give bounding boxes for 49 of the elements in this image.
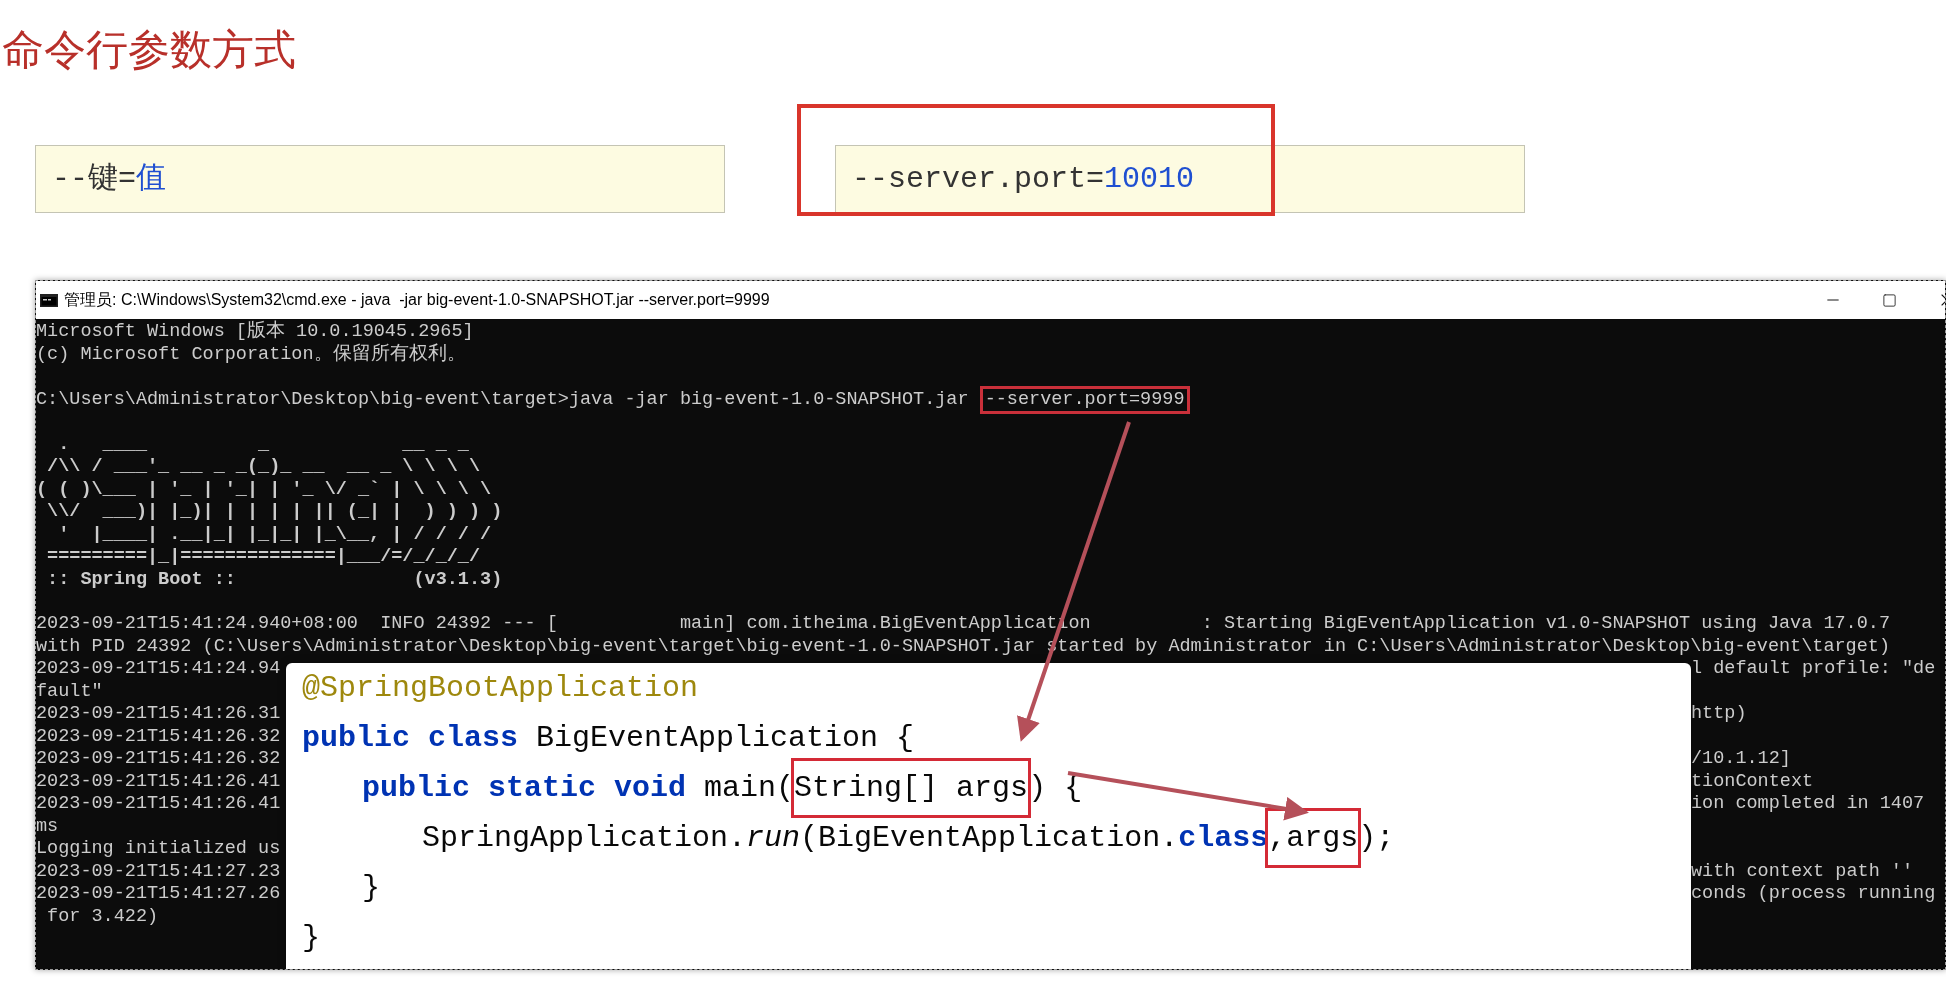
slide-title: 命令行参数方式 [1, 25, 297, 75]
log-line: ms [36, 815, 60, 838]
log-line: 2023-09-21T15:41:27.26 [36, 883, 282, 906]
code-keyword: public class [302, 720, 520, 757]
banner-line: /\\ / ___'_ __ _ _(_)_ __ __ _ \ \ \ \ [46, 456, 482, 479]
log-line: 2023-09-21T15:41:27.23 [36, 860, 282, 883]
code-annotation: @SpringBootApplication [302, 670, 699, 707]
log-line: Logging initialized us [36, 838, 282, 861]
terminal-line: (c) Microsoft Corporation。保留所有权利。 [36, 343, 467, 366]
banner-line: ' |____| .__|_| |_|_| |_\__, | / / / / [57, 523, 493, 546]
syntax-text: --键= [52, 160, 136, 198]
log-line: 2023-09-21T15:41:26.41 [36, 770, 282, 793]
banner-line: \\/ ___)| |_)| | | | | || (_| | ) ) ) ) [46, 501, 504, 524]
banner-line: . ____ _ __ _ _ [57, 433, 470, 456]
terminal-command: C:\Users\Administrator\Desktop\big-event\target>java -jar big-event-1.0-SNAPSHOT.jar [36, 388, 970, 411]
log-line: 2023-09-21T15:41:26.32 [36, 748, 282, 771]
log-line: ion completed in 1407 [1691, 793, 1926, 816]
syntax-text: 值 [136, 160, 166, 198]
log-line: conds (process running [1691, 883, 1937, 906]
banner-line: :: Spring Boot :: (v3.1.3) [46, 568, 504, 591]
code-text: } [362, 870, 380, 907]
terminal-line: Microsoft Windows [版本 10.0.19045.2965] [36, 321, 475, 343]
code-text: BigEventApplication { [536, 720, 915, 757]
maximize-icon[interactable] [1882, 292, 1897, 308]
log-line: /10.1.12] [1691, 748, 1792, 771]
code-method: run [746, 820, 801, 857]
syntax-text: 10010 [1104, 160, 1195, 198]
log-line: for 3.422) [46, 905, 160, 928]
banner-line: ( ( )\___ | '_ | '_| | '_ \/ _` | \ \ \ \ [36, 478, 493, 501]
highlighted-code: ,args [1265, 808, 1362, 868]
code-text: } [302, 920, 320, 957]
log-line: 2023-09-21T15:41:26.32 [36, 725, 282, 748]
window-title: 管理员: C:\Windows\System32\cmd.exe - java -jar big-event-1.0-SNAPSHOT.jar --server.port=9999 [64, 290, 770, 310]
code-text: SpringApplication. [422, 820, 747, 857]
log-line: 2023-09-21T15:41:24.94 [36, 658, 282, 681]
log-line: 2023-09-21T15:41:26.31 [36, 703, 282, 726]
log-line: l default profile: "de [1691, 658, 1937, 681]
code-text: (BigEventApplication. [800, 820, 1179, 857]
code-keyword: public static void [362, 770, 688, 807]
log-line: http) [1691, 703, 1748, 726]
log-line: fault" [36, 680, 104, 703]
log-line: tionContext [1691, 770, 1815, 793]
terminal-icon [40, 293, 58, 307]
highlighted-code: String[] args [791, 758, 1032, 818]
log-line: 2023-09-21T15:41:26.41 [36, 793, 282, 816]
log-line: with context path '' [1691, 860, 1915, 883]
highlighted-argument: --server.port=9999 [979, 385, 1190, 414]
syntax-text: --server.port= [852, 160, 1105, 198]
banner-line: =========|_|==============|___/=/_/_/_/ [46, 546, 482, 569]
